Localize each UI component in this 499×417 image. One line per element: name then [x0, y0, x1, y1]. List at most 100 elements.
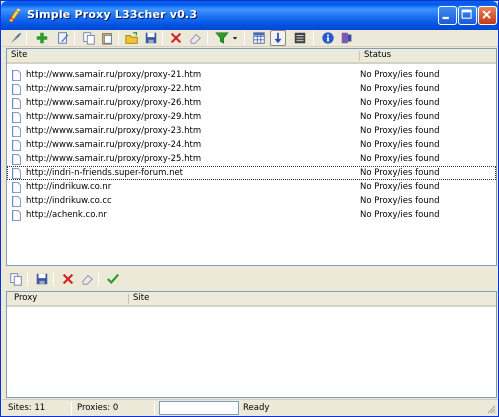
- filter-button[interactable]: [214, 30, 230, 46]
- maximize-icon: [461, 9, 472, 19]
- delete-button[interactable]: [168, 30, 184, 46]
- row-site: http://www.samair.ru/proxy/proxy-22.htm: [26, 84, 202, 94]
- title-bar[interactable]: Simple Proxy L33cher v0.3: [1, 1, 498, 30]
- row-status: No Proxy/ies found: [360, 140, 440, 150]
- list-icon: [294, 32, 306, 44]
- column-header-site[interactable]: Site: [7, 49, 357, 62]
- page-icon: [12, 140, 21, 151]
- table-row[interactable]: http://www.samair.ru/proxy/proxy-21.htm N…: [7, 68, 496, 82]
- info-icon: [322, 32, 334, 44]
- page-icon: [12, 168, 21, 179]
- row-site: http://www.samair.ru/proxy/proxy-29.htm: [26, 112, 202, 122]
- page-icon: [12, 126, 21, 137]
- copy-icon: [10, 273, 22, 286]
- page-icon: [12, 210, 21, 221]
- column-header-proxy[interactable]: Proxy: [10, 292, 126, 305]
- column-header-site[interactable]: Site: [129, 292, 496, 305]
- app-icon: [8, 7, 22, 23]
- toolbar-separator: [98, 272, 99, 286]
- row-status: No Proxy/ies found: [360, 112, 440, 122]
- page-icon: [12, 98, 21, 109]
- list-button[interactable]: [292, 30, 308, 46]
- table-row[interactable]: http://achenk.co.nr No Proxy/ies found: [7, 208, 496, 222]
- status-separator: [71, 402, 72, 415]
- table-row[interactable]: http://www.samair.ru/proxy/proxy-23.htm N…: [7, 124, 496, 138]
- page-icon: [12, 70, 21, 81]
- page-icon: [12, 196, 21, 207]
- clear-button[interactable]: [187, 30, 203, 46]
- table-row[interactable]: http://www.samair.ru/proxy/proxy-25.htm N…: [7, 152, 496, 166]
- checkmark-icon: [107, 273, 120, 285]
- page-icon: [12, 84, 21, 95]
- table-row[interactable]: http://indrikuw.co.cc No Proxy/ies found: [7, 194, 496, 208]
- toolbar-separator: [207, 31, 208, 45]
- table-row[interactable]: http://www.samair.ru/proxy/proxy-24.htm N…: [7, 138, 496, 152]
- open-button[interactable]: [124, 30, 140, 46]
- clear-proxies-button[interactable]: [79, 271, 95, 287]
- paste-button[interactable]: [99, 30, 115, 46]
- check-proxies-button[interactable]: [105, 271, 121, 287]
- open-icon: [125, 32, 138, 44]
- sites-list-header: Site Status: [7, 49, 496, 64]
- row-site: http://www.samair.ru/proxy/proxy-23.htm: [26, 126, 202, 136]
- edit-icon: [58, 32, 69, 44]
- table-row[interactable]: http://www.samair.ru/proxy/proxy-29.htm N…: [7, 110, 496, 124]
- add-button[interactable]: [34, 30, 50, 46]
- about-button[interactable]: [320, 30, 336, 46]
- eraser-icon: [190, 33, 201, 44]
- copy-proxies-button[interactable]: [8, 271, 24, 287]
- exit-button[interactable]: [339, 30, 355, 46]
- toolbar-separator: [162, 31, 163, 45]
- row-status: No Proxy/ies found: [360, 98, 440, 108]
- delete-proxy-button[interactable]: [60, 271, 76, 287]
- row-status: No Proxy/ies found: [360, 168, 440, 178]
- copy-button[interactable]: [81, 30, 97, 46]
- row-site: http://indrikuw.co.nr: [26, 182, 112, 192]
- main-toolbar: [2, 30, 498, 47]
- row-status: No Proxy/ies found: [360, 154, 440, 164]
- grid-button[interactable]: [251, 30, 267, 46]
- launch-icon: [10, 32, 22, 44]
- page-icon: [12, 154, 21, 165]
- launch-button[interactable]: [8, 30, 24, 46]
- table-row[interactable]: http://indrikuw.co.nr No Proxy/ies found: [7, 180, 496, 194]
- proxy-toolbar: [2, 271, 498, 288]
- row-site: http://indrikuw.co.cc: [26, 196, 112, 206]
- toolbar-separator: [26, 31, 27, 45]
- row-status: No Proxy/ies found: [360, 210, 440, 220]
- row-site: http://www.samair.ru/proxy/proxy-21.htm: [26, 70, 202, 80]
- minimize-button[interactable]: [438, 6, 457, 25]
- save-button[interactable]: [143, 30, 159, 46]
- close-icon: [482, 10, 491, 19]
- maximize-button[interactable]: [458, 6, 477, 25]
- proxies-list-header: Proxy Site: [7, 292, 496, 307]
- close-button[interactable]: [478, 6, 497, 25]
- proxies-list[interactable]: Proxy Site: [6, 291, 497, 398]
- row-site: http://www.samair.ru/proxy/proxy-24.htm: [26, 140, 202, 150]
- paste-icon: [102, 33, 112, 45]
- page-icon: [12, 182, 21, 193]
- copy-icon: [83, 32, 95, 45]
- row-site: http://achenk.co.nr: [26, 210, 107, 220]
- main-window: Simple Proxy L33cher v0.3 Site Status ht…: [0, 0, 499, 417]
- toolbar-separator: [244, 31, 245, 45]
- eraser-icon: [82, 274, 93, 285]
- sort-button[interactable]: [270, 30, 286, 46]
- sites-list[interactable]: Site Status http://www.samair.ru/proxy/p…: [6, 48, 497, 266]
- page-icon: [12, 112, 21, 123]
- save-proxies-button[interactable]: [34, 271, 50, 287]
- toolbar-separator: [74, 31, 75, 45]
- add-icon: [36, 32, 48, 44]
- exit-icon: [341, 32, 352, 44]
- row-status: No Proxy/ies found: [360, 196, 440, 206]
- table-row[interactable]: http://www.samair.ru/proxy/proxy-22.htm N…: [7, 82, 496, 96]
- resize-grip-icon[interactable]: [486, 404, 496, 414]
- column-header-status[interactable]: Status: [360, 49, 496, 62]
- proxies-count: Proxies: 0: [77, 403, 119, 413]
- progress-box: [159, 401, 239, 415]
- table-row[interactable]: http://indri-n-friends.super-forum.net No…: [7, 166, 496, 180]
- toolbar-separator: [118, 31, 119, 45]
- edit-button[interactable]: [55, 30, 71, 46]
- table-row[interactable]: http://www.samair.ru/proxy/proxy-26.htm N…: [7, 96, 496, 110]
- filter-dropdown-button[interactable]: [230, 30, 240, 46]
